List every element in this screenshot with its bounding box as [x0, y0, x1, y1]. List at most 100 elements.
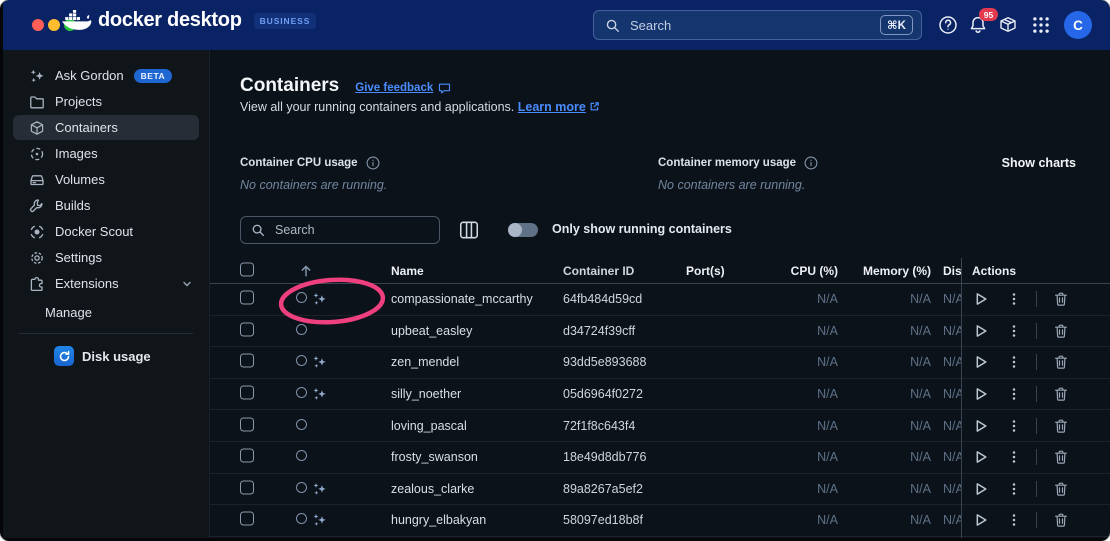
chevron-down-icon — [181, 278, 193, 290]
kebab-menu-icon[interactable] — [1006, 449, 1022, 465]
row-disk: N/A — [943, 324, 962, 338]
row-checkbox[interactable] — [240, 512, 254, 526]
table-row[interactable]: zen_mendel 93dd5e893688 N/A N/A N/A — [210, 347, 1110, 379]
trash-icon[interactable] — [1053, 386, 1069, 402]
row-checkbox[interactable] — [240, 449, 254, 463]
learn-more-link[interactable]: Learn more — [518, 100, 586, 114]
play-icon[interactable] — [972, 291, 989, 308]
global-search-input[interactable] — [628, 17, 880, 34]
play-icon[interactable] — [972, 354, 989, 371]
kebab-menu-icon[interactable] — [1006, 323, 1022, 339]
play-icon[interactable] — [972, 449, 989, 466]
row-cpu: N/A — [758, 324, 838, 338]
column-settings-icon[interactable] — [458, 219, 480, 241]
table-row[interactable]: silly_noether 05d6964f0272 N/A N/A N/A — [210, 379, 1110, 411]
table-search[interactable] — [240, 216, 440, 244]
row-memory: N/A — [841, 355, 931, 369]
header-container-id[interactable]: Container ID — [563, 264, 634, 278]
sidebar-item-label: Projects — [55, 94, 102, 109]
row-checkbox[interactable] — [240, 480, 254, 494]
header-memory[interactable]: Memory (%) — [841, 264, 931, 278]
kebab-menu-icon[interactable] — [1006, 512, 1022, 528]
sidebar-item-docker-scout[interactable]: Docker Scout — [13, 219, 199, 244]
sort-ascending-icon[interactable] — [298, 263, 314, 279]
play-icon[interactable] — [972, 417, 989, 434]
row-checkbox[interactable] — [240, 386, 254, 400]
row-checkbox[interactable] — [240, 291, 254, 305]
trash-icon[interactable] — [1053, 418, 1069, 434]
sidebar-item-images[interactable]: Images — [13, 141, 199, 166]
sidebar-item-containers[interactable]: Containers — [13, 115, 199, 140]
info-icon[interactable] — [366, 156, 380, 170]
sidebar-item-label: Settings — [55, 250, 102, 265]
table-search-input[interactable] — [273, 222, 429, 238]
play-icon[interactable] — [972, 480, 989, 497]
gordon-sparkle-icon — [312, 387, 327, 402]
sidebar-item-manage[interactable]: Manage — [3, 300, 209, 324]
row-name[interactable]: upbeat_easley — [391, 324, 472, 338]
trash-icon[interactable] — [1053, 449, 1069, 465]
kebab-menu-icon[interactable] — [1006, 481, 1022, 497]
row-name[interactable]: zealous_clarke — [391, 482, 474, 496]
docker-whale-icon — [62, 10, 92, 32]
help-icon[interactable] — [938, 15, 958, 35]
trash-icon[interactable] — [1053, 291, 1069, 307]
header-ports[interactable]: Port(s) — [686, 264, 725, 278]
sidebar-item-disk-usage[interactable]: Disk usage — [3, 343, 209, 369]
trash-icon[interactable] — [1053, 354, 1069, 370]
kebab-menu-icon[interactable] — [1006, 291, 1022, 307]
container-cube-icon — [29, 120, 45, 136]
row-name[interactable]: frosty_swanson — [391, 450, 478, 464]
minimize-window-button[interactable] — [48, 19, 60, 31]
trash-icon[interactable] — [1053, 512, 1069, 528]
trash-icon[interactable] — [1053, 323, 1069, 339]
show-charts-button[interactable]: Show charts — [1002, 156, 1076, 170]
row-disk: N/A — [943, 450, 962, 464]
package-icon[interactable] — [998, 15, 1018, 35]
play-icon[interactable] — [972, 322, 989, 339]
apps-grid-icon[interactable] — [1031, 15, 1051, 35]
user-avatar[interactable]: C — [1064, 11, 1092, 39]
row-checkbox[interactable] — [240, 322, 254, 336]
play-icon[interactable] — [972, 386, 989, 403]
row-checkbox[interactable] — [240, 417, 254, 431]
kebab-menu-icon[interactable] — [1006, 386, 1022, 402]
row-name[interactable]: zen_mendel — [391, 355, 459, 369]
row-name[interactable]: silly_noether — [391, 387, 461, 401]
close-window-button[interactable] — [32, 19, 44, 31]
app-title: docker desktop — [98, 9, 242, 32]
table-row[interactable]: compassionate_mccarthy 64fb484d59cd N/A … — [210, 284, 1110, 316]
table-row[interactable]: upbeat_easley d34724f39cff N/A N/A N/A — [210, 316, 1110, 348]
table-row[interactable]: zealous_clarke 89a8267a5ef2 N/A N/A N/A — [210, 474, 1110, 506]
container-status-icon — [296, 387, 307, 398]
trash-icon[interactable] — [1053, 481, 1069, 497]
play-icon[interactable] — [972, 512, 989, 529]
container-status-icon — [296, 355, 307, 366]
select-all-checkbox[interactable] — [240, 262, 254, 276]
row-name[interactable]: loving_pascal — [391, 419, 467, 433]
header-name[interactable]: Name — [391, 264, 424, 278]
page-title: Containers — [240, 75, 339, 97]
running-only-toggle[interactable] — [508, 223, 538, 237]
table-row[interactable]: frosty_swanson 18e49d8db776 N/A N/A N/A — [210, 442, 1110, 474]
kebab-menu-icon[interactable] — [1006, 418, 1022, 434]
brand: docker desktop BUSINESS — [62, 9, 316, 32]
sidebar-item-settings[interactable]: Settings — [13, 245, 199, 270]
row-checkbox[interactable] — [240, 354, 254, 368]
kebab-menu-icon[interactable] — [1006, 354, 1022, 370]
header-disk-truncated[interactable]: Dis — [943, 264, 962, 278]
header-actions: Actions — [972, 264, 1016, 278]
sidebar-item-extensions[interactable]: Extensions — [13, 271, 199, 296]
row-name[interactable]: hungry_elbakyan — [391, 513, 486, 527]
info-icon[interactable] — [804, 156, 818, 170]
sidebar-item-builds[interactable]: Builds — [13, 193, 199, 218]
sidebar-item-volumes[interactable]: Volumes — [13, 167, 199, 192]
header-cpu[interactable]: CPU (%) — [758, 264, 838, 278]
row-name[interactable]: compassionate_mccarthy — [391, 292, 533, 306]
give-feedback-link[interactable]: Give feedback — [355, 82, 451, 95]
table-row[interactable]: loving_pascal 72f1f8c643f4 N/A N/A N/A — [210, 410, 1110, 442]
sidebar-item-ask-gordon[interactable]: Ask Gordon BETA — [13, 63, 199, 88]
sidebar-item-projects[interactable]: Projects — [13, 89, 199, 114]
table-row[interactable]: hungry_elbakyan 58097ed18b8f N/A N/A N/A — [210, 505, 1110, 537]
global-search[interactable]: ⌘K — [593, 10, 922, 40]
